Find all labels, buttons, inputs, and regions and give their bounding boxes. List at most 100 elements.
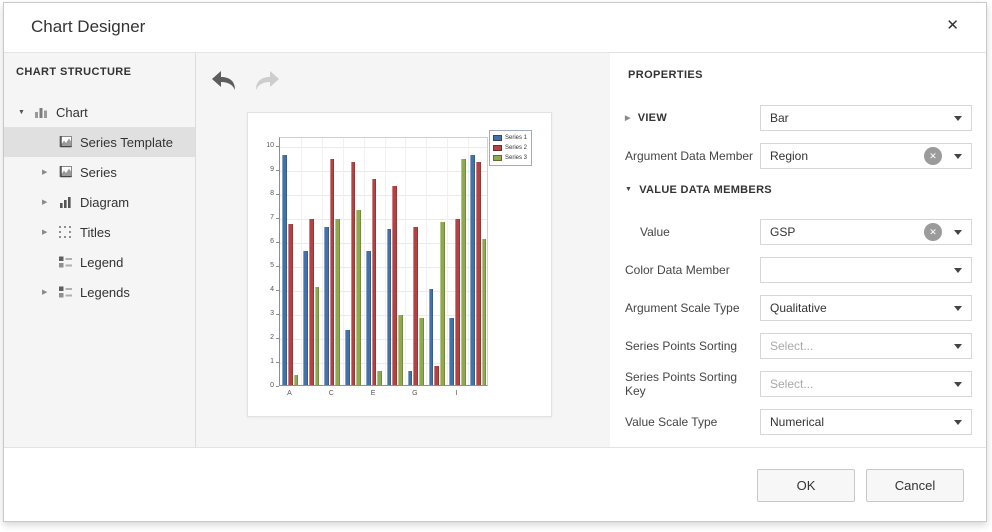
property-row-value: ValueGSP✕ bbox=[625, 219, 972, 245]
tree-item-label: Chart bbox=[56, 105, 88, 120]
property-label-text: Value Scale Type bbox=[625, 415, 717, 429]
property-label: Argument Scale Type bbox=[625, 301, 760, 315]
x-axis-tick-label: E bbox=[371, 390, 376, 397]
tree-item-label: Legends bbox=[80, 285, 130, 300]
y-axis-tick-label: 4 bbox=[248, 286, 274, 293]
value-dropdown[interactable]: GSP ✕ bbox=[760, 219, 972, 245]
bar-series-1-e bbox=[366, 251, 371, 385]
value-scale-type-dropdown[interactable]: Numerical bbox=[760, 409, 972, 435]
expand-arrow-icon[interactable]: ▶ bbox=[42, 198, 58, 206]
property-label-text: Series Points Sorting bbox=[625, 339, 737, 353]
property-label: Value Scale Type bbox=[625, 415, 760, 429]
clear-icon[interactable]: ✕ bbox=[924, 223, 942, 241]
chevron-right-icon[interactable]: ▶ bbox=[625, 114, 631, 122]
tree-item-series-template[interactable]: Series Template bbox=[4, 127, 195, 157]
tree-item-legend[interactable]: Legend bbox=[4, 247, 195, 277]
property-label-text: Color Data Member bbox=[625, 263, 730, 277]
expand-arrow-icon[interactable]: ▶ bbox=[42, 228, 58, 236]
tree-item-label: Series Template bbox=[80, 135, 173, 150]
tree-item-diagram[interactable]: ▶ Diagram bbox=[4, 187, 195, 217]
undo-icon[interactable] bbox=[210, 69, 238, 93]
dropdown-value: Select... bbox=[770, 377, 813, 391]
chart-icon bbox=[34, 105, 49, 119]
y-axis-tick-label: 10 bbox=[248, 142, 274, 149]
bar-series-2-c bbox=[330, 159, 335, 385]
series-points-sorting-dropdown[interactable]: Select... bbox=[760, 333, 972, 359]
y-axis-tick-mark bbox=[276, 170, 279, 171]
bar-series-2-j bbox=[476, 162, 481, 385]
y-axis-tick-label: 9 bbox=[248, 166, 274, 173]
y-axis-tick-mark bbox=[276, 146, 279, 147]
expand-arrow-icon[interactable]: ▶ bbox=[42, 168, 58, 176]
tree-item-chart[interactable]: ▼ Chart bbox=[4, 97, 195, 127]
property-label[interactable]: ▶VIEW bbox=[625, 112, 760, 124]
dropdown-value: GSP bbox=[770, 225, 795, 239]
property-label: Series Points Sorting Key bbox=[625, 370, 760, 398]
property-row-argument-data-member: Argument Data MemberRegion✕ bbox=[625, 143, 972, 169]
y-axis-tick-mark bbox=[276, 194, 279, 195]
bar-series-2-i bbox=[455, 219, 460, 385]
legend-swatch bbox=[493, 155, 502, 161]
bar-series-1-j bbox=[470, 155, 475, 385]
property-label-text: VALUE DATA MEMBERS bbox=[639, 184, 772, 196]
bar-series-3-a bbox=[294, 375, 299, 385]
y-axis-tick-mark bbox=[276, 362, 279, 363]
title-bar: Chart Designer ✕ bbox=[4, 3, 986, 53]
gridline bbox=[280, 195, 487, 196]
gridline-vertical bbox=[405, 138, 406, 385]
ok-button[interactable]: OK bbox=[757, 469, 855, 502]
bar-series-3-f bbox=[398, 315, 403, 385]
titles-icon bbox=[58, 225, 73, 239]
chevron-down-icon bbox=[954, 230, 962, 235]
redo-icon[interactable] bbox=[253, 69, 281, 93]
property-label[interactable]: ▼ VALUE DATA MEMBERS bbox=[625, 184, 972, 196]
legend-icon bbox=[58, 285, 73, 299]
chevron-down-icon bbox=[954, 116, 962, 121]
bar-series-2-f bbox=[392, 186, 397, 385]
gridline-vertical bbox=[447, 138, 448, 385]
property-row-value-data-members: ▼ VALUE DATA MEMBERS bbox=[625, 183, 972, 196]
bar-series-2-d bbox=[351, 162, 356, 385]
view-dropdown[interactable]: Bar bbox=[760, 105, 972, 131]
chart-plot-area bbox=[279, 137, 488, 386]
argument-scale-type-dropdown[interactable]: Qualitative bbox=[760, 295, 972, 321]
dialog-footer: OK Cancel bbox=[4, 448, 986, 519]
chevron-down-icon[interactable]: ▼ bbox=[625, 186, 632, 193]
chart-preview[interactable]: 012345678910ACEGI Series 1Series 2Series… bbox=[247, 112, 552, 417]
bar-series-3-i bbox=[461, 159, 466, 385]
argument-data-member-dropdown[interactable]: Region✕ bbox=[760, 143, 972, 169]
tree-item-label: Diagram bbox=[80, 195, 129, 210]
y-axis-tick-label: 1 bbox=[248, 358, 274, 365]
legend-icon bbox=[58, 255, 73, 269]
chevron-down-icon bbox=[954, 344, 962, 349]
expand-arrow-icon[interactable]: ▼ bbox=[18, 109, 34, 116]
bar-series-1-c bbox=[324, 227, 329, 385]
gridline bbox=[280, 147, 487, 148]
color-data-member-dropdown[interactable] bbox=[760, 257, 972, 283]
gridline-vertical bbox=[468, 138, 469, 385]
series-points-sorting-key-dropdown[interactable]: Select... bbox=[760, 371, 972, 397]
property-row-color-data-member: Color Data Member bbox=[625, 257, 972, 283]
bar-series-1-a bbox=[282, 155, 287, 385]
tree-item-series[interactable]: ▶Series bbox=[4, 157, 195, 187]
close-icon[interactable]: ✕ bbox=[946, 16, 959, 36]
tree-item-titles[interactable]: ▶Titles bbox=[4, 217, 195, 247]
legend-swatch bbox=[493, 145, 502, 151]
cancel-button[interactable]: Cancel bbox=[866, 469, 964, 502]
diagram-icon bbox=[58, 195, 73, 209]
expand-arrow-icon[interactable]: ▶ bbox=[42, 288, 58, 296]
bar-series-2-h bbox=[434, 366, 439, 385]
bar-series-1-f bbox=[387, 229, 392, 385]
property-label-text: Argument Scale Type bbox=[625, 301, 740, 315]
dialog-content: CHART STRUCTURE ▼ChartSeries Template▶Se… bbox=[4, 53, 986, 448]
clear-icon[interactable]: ✕ bbox=[924, 147, 942, 165]
y-axis-tick-mark bbox=[276, 338, 279, 339]
gridline-vertical bbox=[322, 138, 323, 385]
bar-series-3-j bbox=[482, 239, 487, 385]
y-axis-tick-mark bbox=[276, 386, 279, 387]
y-axis-tick-label: 5 bbox=[248, 262, 274, 269]
tree-item-legends[interactable]: ▶ Legends bbox=[4, 277, 195, 307]
tree-item-label: Legend bbox=[80, 255, 123, 270]
series-icon bbox=[58, 165, 73, 179]
legend-label: Series 3 bbox=[505, 155, 527, 161]
